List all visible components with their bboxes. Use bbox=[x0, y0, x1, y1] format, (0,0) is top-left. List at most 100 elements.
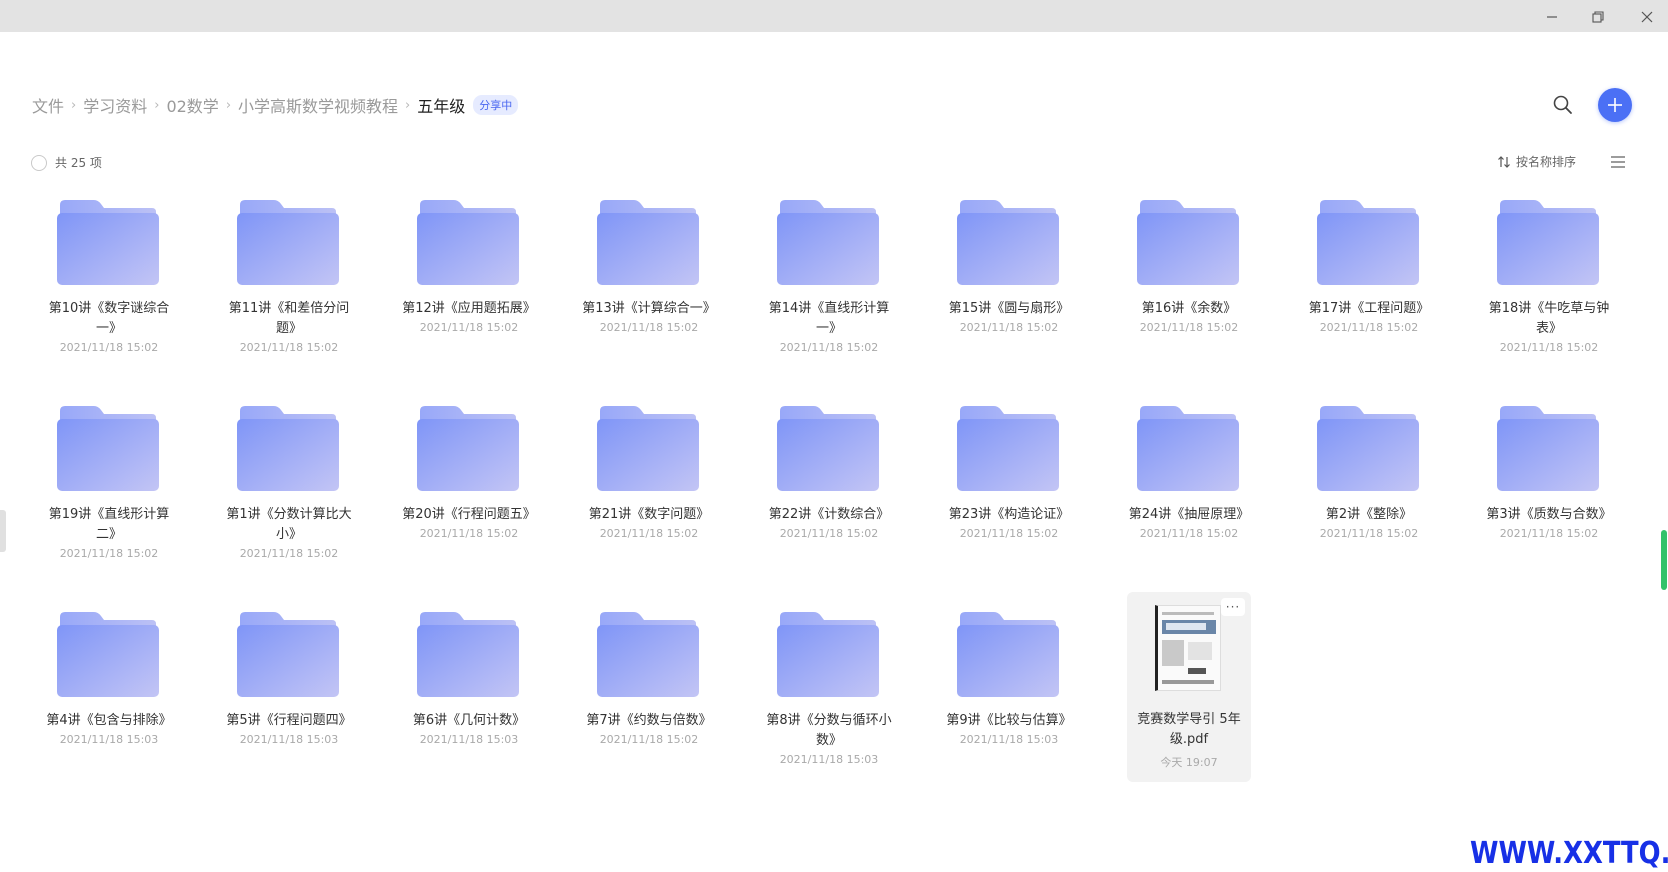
item-name: 第18讲《牛吃草与钟表》 bbox=[1488, 301, 1610, 336]
sort-label: 按名称排序 bbox=[1516, 155, 1577, 169]
item-modified-time: 2021/11/18 15:02 bbox=[599, 321, 699, 334]
item-name: 第19讲《直线形计算二》 bbox=[48, 507, 170, 542]
folder-item[interactable]: 第7讲《约数与倍数》 2021/11/18 15:02 bbox=[574, 602, 724, 782]
item-modified-time: 2021/11/18 15:02 bbox=[1139, 527, 1239, 540]
folder-icon bbox=[1496, 405, 1600, 495]
item-modified-time: 2021/11/18 15:02 bbox=[1319, 321, 1419, 334]
folder-item[interactable]: 第1讲《分数计算比大小》 2021/11/18 15:02 bbox=[214, 396, 364, 576]
folder-icon bbox=[596, 405, 700, 495]
folder-icon bbox=[956, 405, 1060, 495]
sort-button[interactable]: 按名称排序 bbox=[1497, 153, 1576, 170]
add-button[interactable] bbox=[1598, 88, 1632, 122]
folder-item[interactable]: 第21讲《数字问题》 2021/11/18 15:02 bbox=[574, 396, 724, 576]
item-name: 竞赛数学导引 5年级.pdf bbox=[1137, 712, 1241, 747]
folder-item[interactable]: 第14讲《直线形计算一》 2021/11/18 15:02 bbox=[754, 190, 904, 370]
sort-arrows-icon bbox=[1498, 155, 1510, 168]
minimize-icon[interactable] bbox=[1541, 6, 1563, 28]
item-name: 第16讲《余数》 bbox=[1141, 301, 1237, 316]
restore-icon[interactable] bbox=[1587, 6, 1609, 28]
folder-icon bbox=[1496, 199, 1600, 289]
item-modified-time: 2021/11/18 15:02 bbox=[599, 733, 699, 746]
item-modified-time: 2021/11/18 15:02 bbox=[1499, 527, 1599, 540]
item-name: 第23讲《构造论证》 bbox=[948, 507, 1070, 522]
item-name: 第2讲《整除》 bbox=[1325, 507, 1413, 522]
item-name: 第15讲《圆与扇形》 bbox=[948, 301, 1070, 316]
item-name: 第21讲《数字问题》 bbox=[588, 507, 710, 522]
item-name: 第20讲《行程问题五》 bbox=[402, 507, 536, 522]
breadcrumb-item-study[interactable]: 学习资料 bbox=[83, 93, 147, 117]
side-panel-handle[interactable] bbox=[0, 510, 6, 552]
item-name: 第13讲《计算综合一》 bbox=[582, 301, 716, 316]
item-name: 第4讲《包含与排除》 bbox=[46, 713, 172, 728]
folder-item[interactable]: 第13讲《计算综合一》 2021/11/18 15:02 bbox=[574, 190, 724, 370]
item-modified-time: 2021/11/18 15:03 bbox=[59, 733, 159, 746]
folder-icon bbox=[596, 611, 700, 701]
item-name: 第1讲《分数计算比大小》 bbox=[226, 507, 352, 542]
breadcrumb-item-math[interactable]: 02数学 bbox=[166, 93, 218, 117]
folder-item[interactable]: 第6讲《几何计数》 2021/11/18 15:03 bbox=[394, 602, 544, 782]
folder-icon bbox=[236, 611, 340, 701]
folder-item[interactable]: 第3讲《质数与合数》 2021/11/18 15:02 bbox=[1474, 396, 1624, 576]
item-modified-time: 2021/11/18 15:02 bbox=[239, 341, 339, 354]
item-modified-time: 2021/11/18 15:02 bbox=[779, 527, 879, 540]
folder-icon bbox=[236, 199, 340, 289]
item-modified-time: 2021/11/18 15:02 bbox=[59, 341, 159, 354]
folder-icon bbox=[1316, 405, 1420, 495]
item-modified-time: 2021/11/18 15:02 bbox=[959, 527, 1059, 540]
folder-icon bbox=[956, 199, 1060, 289]
folder-item[interactable]: 第5讲《行程问题四》 2021/11/18 15:03 bbox=[214, 602, 364, 782]
folder-item[interactable]: 第12讲《应用题拓展》 2021/11/18 15:02 bbox=[394, 190, 544, 370]
item-name: 第17讲《工程问题》 bbox=[1308, 301, 1430, 316]
folder-item[interactable]: 第17讲《工程问题》 2021/11/18 15:02 bbox=[1294, 190, 1444, 370]
folder-item[interactable]: 第16讲《余数》 2021/11/18 15:02 bbox=[1114, 190, 1264, 370]
item-modified-time: 2021/11/18 15:02 bbox=[59, 547, 159, 560]
file-item-pdf[interactable]: ··· 竞赛数学导引 5年级.pdf 今天 19:07 bbox=[1127, 592, 1251, 782]
more-options-button[interactable]: ··· bbox=[1221, 598, 1245, 616]
folder-icon bbox=[776, 199, 880, 289]
folder-item[interactable]: 第19讲《直线形计算二》 2021/11/18 15:02 bbox=[34, 396, 184, 576]
folder-item[interactable]: 第8讲《分数与循环小数》 2021/11/18 15:03 bbox=[754, 602, 904, 782]
select-all-checkbox[interactable] bbox=[31, 155, 47, 171]
folder-item[interactable]: 第22讲《计数综合》 2021/11/18 15:02 bbox=[754, 396, 904, 576]
chevron-right-icon: › bbox=[405, 97, 411, 113]
folder-icon bbox=[596, 199, 700, 289]
breadcrumb-current: 五年级 bbox=[417, 97, 466, 116]
folder-icon bbox=[56, 405, 160, 495]
folder-icon bbox=[776, 611, 880, 701]
breadcrumb-item-course[interactable]: 小学高斯数学视频教程 bbox=[238, 93, 398, 117]
item-name: 第11讲《和差倍分问题》 bbox=[228, 301, 350, 336]
folder-item[interactable]: 第18讲《牛吃草与钟表》 2021/11/18 15:02 bbox=[1474, 190, 1624, 370]
item-modified-time: 2021/11/18 15:02 bbox=[419, 321, 519, 334]
item-modified-time: 2021/11/18 15:02 bbox=[779, 341, 879, 354]
folder-icon bbox=[56, 611, 160, 701]
folder-item[interactable]: 第20讲《行程问题五》 2021/11/18 15:02 bbox=[394, 396, 544, 576]
folder-item[interactable]: 第11讲《和差倍分问题》 2021/11/18 15:02 bbox=[214, 190, 364, 370]
item-name: 第3讲《质数与合数》 bbox=[1486, 507, 1612, 522]
folder-item[interactable]: 第10讲《数字谜综合一》 2021/11/18 15:02 bbox=[34, 190, 184, 370]
item-modified-time: 2021/11/18 15:02 bbox=[959, 321, 1059, 334]
search-icon[interactable] bbox=[1550, 92, 1576, 118]
folder-item[interactable]: 第23讲《构造论证》 2021/11/18 15:02 bbox=[934, 396, 1084, 576]
item-modified-time: 2021/11/18 15:02 bbox=[419, 527, 519, 540]
folder-icon bbox=[416, 199, 520, 289]
item-name: 第24讲《抽屉原理》 bbox=[1128, 507, 1250, 522]
chevron-right-icon: › bbox=[154, 97, 160, 113]
item-modified-time: 2021/11/18 15:03 bbox=[419, 733, 519, 746]
item-name: 第5讲《行程问题四》 bbox=[226, 713, 352, 728]
folder-item[interactable]: 第9讲《比较与估算》 2021/11/18 15:03 bbox=[934, 602, 1084, 782]
item-name: 第14讲《直线形计算一》 bbox=[768, 301, 890, 336]
window-titlebar bbox=[0, 0, 1668, 32]
folder-item[interactable]: 第15讲《圆与扇形》 2021/11/18 15:02 bbox=[934, 190, 1084, 370]
folder-item[interactable]: 第2讲《整除》 2021/11/18 15:02 bbox=[1294, 396, 1444, 576]
item-count: 共 25 项 bbox=[55, 156, 102, 170]
sharing-badge: 分享中 bbox=[473, 95, 519, 115]
chevron-right-icon: › bbox=[71, 97, 77, 113]
folder-item[interactable]: 第24讲《抽屉原理》 2021/11/18 15:02 bbox=[1114, 396, 1264, 576]
list-view-icon[interactable] bbox=[1609, 154, 1627, 170]
item-modified-time: 2021/11/18 15:03 bbox=[239, 733, 339, 746]
folder-item[interactable]: 第4讲《包含与排除》 2021/11/18 15:03 bbox=[34, 602, 184, 782]
breadcrumb-item-files[interactable]: 文件 bbox=[32, 93, 64, 117]
item-name: 第8讲《分数与循环小数》 bbox=[766, 713, 892, 748]
close-icon[interactable] bbox=[1636, 6, 1658, 28]
scrollbar[interactable] bbox=[1661, 530, 1667, 590]
